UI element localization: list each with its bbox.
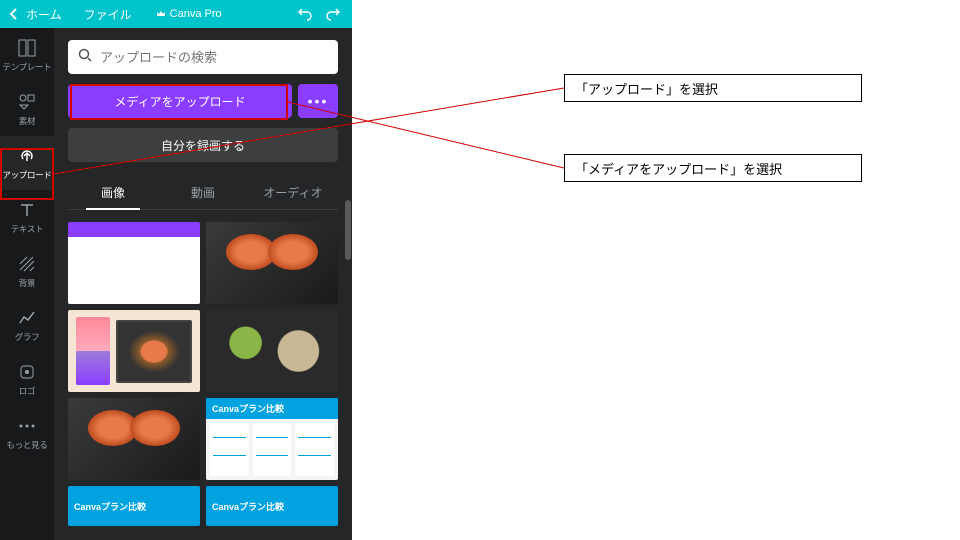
more-icon: [17, 416, 37, 436]
rail-label: テンプレート: [3, 61, 52, 73]
app-shell: ホーム ファイル Canva Pro テンプレート 素材 アップロード: [0, 0, 352, 540]
logos-icon: [17, 362, 37, 382]
rail-item-background[interactable]: 背景: [0, 244, 54, 298]
search-input[interactable]: [100, 50, 328, 65]
uploads-grid: Canvaプラン比較 Canvaプラン比較 Canvaプラン比較: [68, 222, 338, 540]
upload-media-button[interactable]: メディアをアップロード: [68, 84, 292, 118]
redo-icon: [326, 7, 340, 21]
crown-icon: [156, 9, 166, 19]
rail-item-more[interactable]: もっと見る: [0, 406, 54, 460]
upload-thumbnail[interactable]: [206, 222, 338, 304]
rail-item-text[interactable]: テキスト: [0, 190, 54, 244]
rail-label: ロゴ: [19, 385, 35, 397]
scrollbar-thumb[interactable]: [345, 200, 351, 260]
text-icon: [17, 200, 37, 220]
rail-label: 背景: [19, 277, 35, 289]
back-button[interactable]: [8, 8, 20, 20]
rail-item-logos[interactable]: ロゴ: [0, 352, 54, 406]
rail-label: アップロード: [2, 169, 51, 181]
canva-pro-badge[interactable]: Canva Pro: [156, 8, 222, 20]
rail-label: グラフ: [15, 331, 40, 343]
upload-thumbnail[interactable]: Canvaプラン比較: [206, 398, 338, 480]
background-icon: [17, 254, 37, 274]
media-tabs: 画像 動画 オーディオ: [68, 176, 338, 210]
panel-uploads: メディアをアップロード ••• 自分を録画する 画像 動画 オーディオ: [54, 28, 352, 540]
annotation-text-1: 「アップロード」を選択: [564, 74, 862, 102]
file-menu[interactable]: ファイル: [84, 6, 132, 23]
home-link[interactable]: ホーム: [26, 6, 62, 23]
rail-item-charts[interactable]: グラフ: [0, 298, 54, 352]
rail-item-elements[interactable]: 素材: [0, 82, 54, 136]
plan-title: Canvaプラン比較: [206, 398, 338, 419]
tab-audio[interactable]: オーディオ: [248, 176, 338, 209]
pro-label: Canva Pro: [170, 8, 222, 20]
undo-button[interactable]: [294, 7, 316, 21]
elements-icon: [17, 92, 37, 112]
rail-item-templates[interactable]: テンプレート: [0, 28, 54, 82]
search-box[interactable]: [68, 40, 338, 74]
search-icon: [78, 48, 92, 67]
upload-thumbnail[interactable]: [206, 310, 338, 392]
upload-thumbnail[interactable]: [68, 222, 200, 304]
redo-button[interactable]: [322, 7, 344, 21]
upload-thumbnail[interactable]: [68, 310, 200, 392]
upload-thumbnail[interactable]: [68, 398, 200, 480]
upload-thumbnail[interactable]: Canvaプラン比較: [68, 486, 200, 526]
plan-title: Canvaプラン比較: [206, 496, 338, 517]
annotation-text-2: 「メディアをアップロード」を選択: [564, 154, 862, 182]
top-bar: ホーム ファイル Canva Pro: [0, 0, 352, 28]
rail-label: 素材: [19, 115, 35, 127]
charts-icon: [17, 308, 37, 328]
uploads-icon: [17, 146, 37, 166]
tab-images[interactable]: 画像: [68, 176, 158, 209]
templates-icon: [17, 38, 37, 58]
plan-title: Canvaプラン比較: [68, 496, 200, 517]
rail-item-uploads[interactable]: アップロード: [0, 136, 54, 190]
app-body: テンプレート 素材 アップロード テキスト 背景 グラフ: [0, 28, 352, 540]
record-yourself-button[interactable]: 自分を録画する: [68, 128, 338, 162]
tab-video[interactable]: 動画: [158, 176, 248, 209]
panel-scrollbar[interactable]: [345, 40, 351, 532]
upload-thumbnail[interactable]: Canvaプラン比較: [206, 486, 338, 526]
rail-label: テキスト: [11, 223, 44, 235]
rail-label: もっと見る: [6, 439, 47, 451]
upload-more-button[interactable]: •••: [298, 84, 338, 118]
undo-icon: [298, 7, 312, 21]
side-rail: テンプレート 素材 アップロード テキスト 背景 グラフ: [0, 28, 54, 540]
